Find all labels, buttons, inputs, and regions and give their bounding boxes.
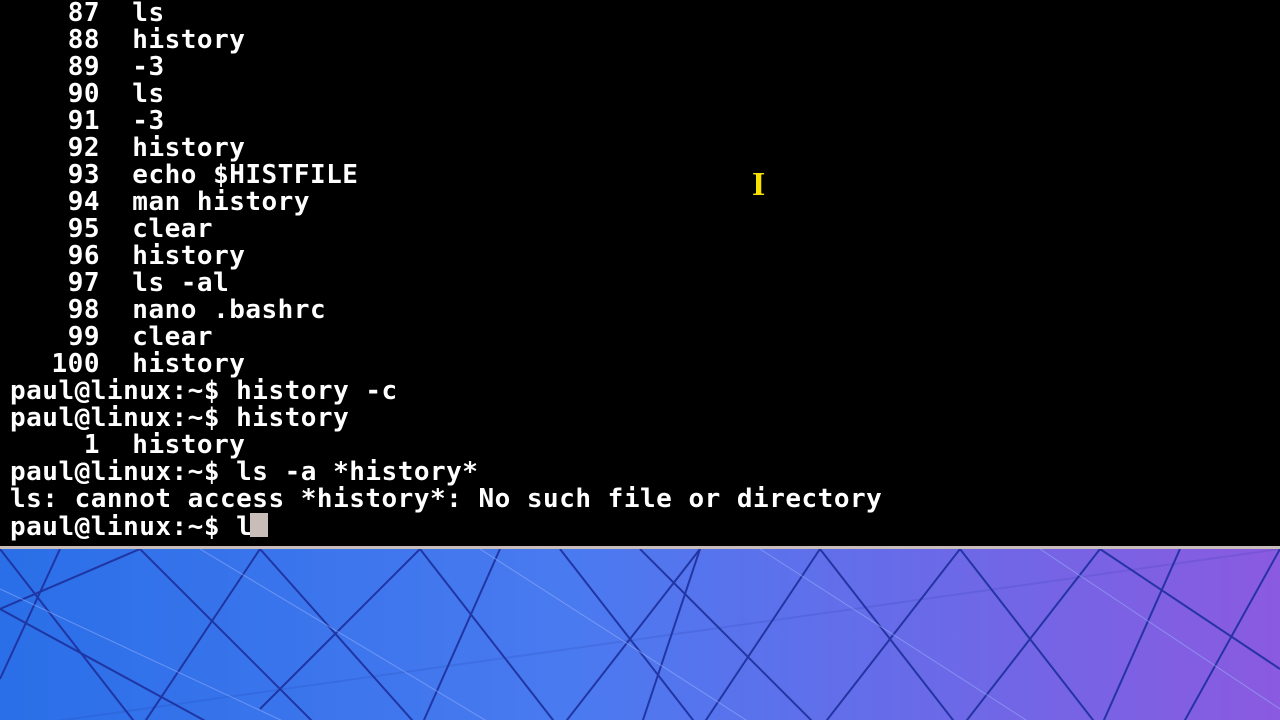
history-number: 91: [10, 108, 100, 135]
history-line: 94 man history: [0, 189, 1280, 216]
history-number: 94: [10, 189, 100, 216]
history-number: 100: [10, 351, 100, 378]
history-number: 92: [10, 135, 100, 162]
history-command: clear: [100, 324, 213, 351]
shell-prompt: paul@linux:~$: [10, 512, 236, 542]
history-line: 93 echo $HISTFILE: [0, 162, 1280, 189]
history-number: 96: [10, 243, 100, 270]
history-number: 93: [10, 162, 100, 189]
screen: 87 ls88 history89 -390 ls91 -392 history…: [0, 0, 1280, 720]
history-line: 99 clear: [0, 324, 1280, 351]
shell-prompt: paul@linux:~$: [10, 376, 236, 406]
history-line: 90 ls: [0, 81, 1280, 108]
history-command: ls: [100, 0, 165, 27]
history-command: ls -al: [100, 270, 229, 297]
shell-command: history -c: [236, 376, 398, 406]
shell-prompt: paul@linux:~$: [10, 457, 236, 487]
history-command: nano .bashrc: [100, 297, 326, 324]
history-number: 89: [10, 54, 100, 81]
history-command: history: [100, 135, 245, 162]
history-command: man history: [100, 189, 310, 216]
history-line: 1 history: [0, 432, 1280, 459]
history-line: 89 -3: [0, 54, 1280, 81]
shell-prompt: paul@linux:~$: [10, 403, 236, 433]
history-command: ls: [100, 81, 165, 108]
history-line: 87 ls: [0, 0, 1280, 27]
terminal-scrollback: 87 ls88 history89 -390 ls91 -392 history…: [0, 0, 1280, 541]
history-number: 1: [10, 432, 100, 459]
history-number: 95: [10, 216, 100, 243]
history-line: 96 history: [0, 243, 1280, 270]
history-command: -3: [100, 108, 165, 135]
history-line: 95 clear: [0, 216, 1280, 243]
history-command: echo $HISTFILE: [100, 162, 358, 189]
history-line: 91 -3: [0, 108, 1280, 135]
history-line: 98 nano .bashrc: [0, 297, 1280, 324]
history-number: 99: [10, 324, 100, 351]
prompt-line[interactable]: paul@linux:~$ l: [0, 513, 1280, 541]
history-number: 90: [10, 81, 100, 108]
history-command: history: [100, 27, 245, 54]
history-line: 97 ls -al: [0, 270, 1280, 297]
shell-command: ls -a *history*: [236, 457, 478, 487]
history-command: history: [100, 351, 245, 378]
history-command: clear: [100, 216, 213, 243]
history-number: 87: [10, 0, 100, 27]
block-cursor: [250, 513, 268, 537]
prompt-line: paul@linux:~$ ls -a *history*: [0, 459, 1280, 486]
error-output: ls: cannot access *history*: No such fil…: [0, 486, 1280, 513]
history-number: 98: [10, 297, 100, 324]
desktop-wallpaper: [0, 549, 1280, 720]
history-command: history: [100, 243, 245, 270]
terminal-window[interactable]: 87 ls88 history89 -390 ls91 -392 history…: [0, 0, 1280, 548]
shell-command: history: [236, 403, 349, 433]
history-number: 88: [10, 27, 100, 54]
history-line: 88 history: [0, 27, 1280, 54]
prompt-line: paul@linux:~$ history: [0, 405, 1280, 432]
prompt-line: paul@linux:~$ history -c: [0, 378, 1280, 405]
history-line: 92 history: [0, 135, 1280, 162]
history-command: history: [100, 432, 245, 459]
history-number: 97: [10, 270, 100, 297]
history-command: -3: [100, 54, 165, 81]
history-line: 100 history: [0, 351, 1280, 378]
wallpaper-svg: [0, 549, 1280, 720]
